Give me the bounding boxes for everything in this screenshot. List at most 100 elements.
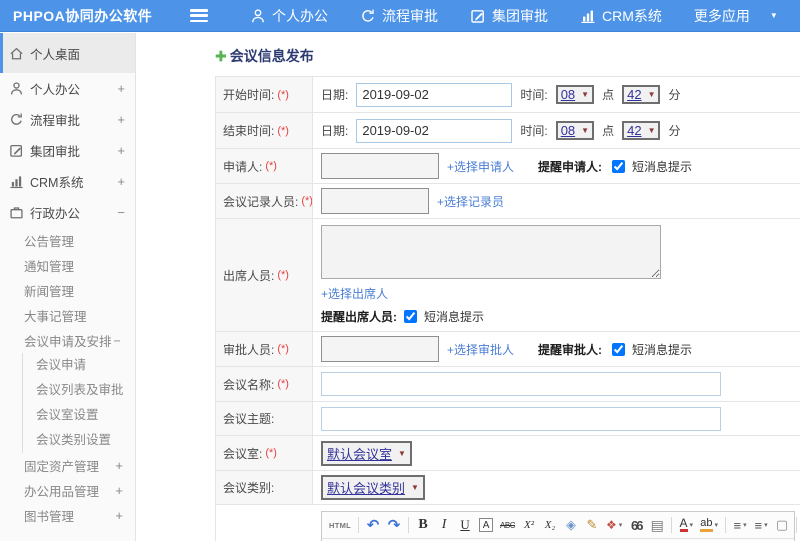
required-mark: (*) bbox=[301, 195, 313, 207]
sidebar-item-meeting-group[interactable]: 会议申请及安排 − bbox=[0, 328, 135, 353]
date-label: 日期: bbox=[321, 124, 349, 138]
end-hour-select[interactable]: 08 ▼ bbox=[555, 121, 595, 140]
font-style-button[interactable]: A bbox=[479, 518, 494, 532]
expand-plus-icon[interactable]: + bbox=[115, 458, 123, 473]
new-document-icon[interactable]: ▢ bbox=[775, 516, 789, 534]
row-meeting-name: 会议名称: (*) bbox=[216, 367, 800, 402]
remind-applicant-label: 提醒申请人: bbox=[538, 159, 603, 174]
sidebar-item-label: 固定资产管理 bbox=[24, 460, 100, 474]
start-hour-select[interactable]: 08 ▼ bbox=[555, 85, 595, 104]
meeting-name-input[interactable] bbox=[321, 372, 721, 396]
toolbar-separator bbox=[671, 517, 673, 533]
sidebar-item-label: 会议室设置 bbox=[36, 408, 99, 423]
expand-plus-icon[interactable]: + bbox=[115, 508, 123, 523]
row-start-time: 开始时间: (*) 日期: 时间: 08 ▼ 点 42 ▼ 分 bbox=[216, 77, 800, 113]
nav-personal-office[interactable]: 个人办公 bbox=[250, 6, 328, 26]
choose-approver-link[interactable]: +选择审批人 bbox=[447, 341, 514, 358]
sms-remind-checkbox[interactable] bbox=[612, 159, 626, 173]
process-icon bbox=[360, 8, 376, 24]
sidebar-item-meeting-room-setting[interactable]: 会议室设置 bbox=[23, 403, 135, 428]
nav-process-approval[interactable]: 流程审批 bbox=[360, 6, 438, 26]
label-text: 会议室: bbox=[223, 446, 263, 461]
sidebar-item-group-approval[interactable]: 集团审批 + bbox=[0, 135, 135, 166]
expand-plus-icon[interactable]: + bbox=[117, 174, 125, 189]
sms-remind-checkbox[interactable] bbox=[404, 310, 417, 323]
blockquote-button[interactable]: 66 bbox=[629, 516, 643, 534]
underline-button[interactable]: U bbox=[458, 516, 472, 534]
expand-plus-icon[interactable]: + bbox=[117, 81, 125, 96]
paste-icon[interactable]: ▤ bbox=[650, 516, 664, 534]
choose-attendees-link[interactable]: +选择出席人 bbox=[321, 285, 388, 302]
menu-icon[interactable] bbox=[190, 9, 208, 22]
italic-button[interactable]: I bbox=[437, 516, 451, 534]
font-color-button[interactable]: A ▾ bbox=[679, 516, 693, 534]
color-palette-icon[interactable]: ❖ ▾ bbox=[606, 516, 622, 534]
sidebar-item-office-supplies[interactable]: 办公用品管理 + bbox=[0, 478, 135, 503]
sidebar-item-meeting-list-approval[interactable]: 会议列表及审批 bbox=[23, 378, 135, 403]
label-text: 会议名称: bbox=[223, 377, 275, 392]
expand-plus-icon[interactable]: + bbox=[115, 483, 123, 498]
attendees-textarea[interactable] bbox=[321, 225, 661, 279]
sidebar-item-meeting-category-setting[interactable]: 会议类别设置 bbox=[23, 428, 135, 453]
palette-glyph: ❖ bbox=[605, 518, 617, 532]
sidebar-item-admin-office[interactable]: 行政办公 − bbox=[0, 197, 135, 228]
sidebar-item-news-mgmt[interactable]: 新闻管理 bbox=[0, 278, 135, 303]
end-minute-select[interactable]: 42 ▼ bbox=[622, 121, 661, 140]
remove-format-icon[interactable]: ◈ bbox=[564, 516, 578, 534]
sidebar-item-events-mgmt[interactable]: 大事记管理 bbox=[0, 303, 135, 328]
expand-plus-icon[interactable]: + bbox=[117, 143, 125, 158]
nav-crm-system[interactable]: CRM系统 bbox=[580, 6, 662, 26]
redo-icon[interactable]: ↷ bbox=[387, 516, 401, 534]
highlight-color-button[interactable]: ab ▾ bbox=[700, 516, 718, 534]
caret-down-icon: ▼ bbox=[769, 11, 778, 20]
strikethrough-button[interactable]: ABC bbox=[500, 516, 515, 534]
person-icon bbox=[250, 8, 266, 24]
sidebar-item-personal-office[interactable]: 个人办公 + bbox=[0, 73, 135, 104]
undo-icon[interactable]: ↶ bbox=[366, 516, 380, 534]
applicant-input[interactable] bbox=[321, 153, 439, 179]
sidebar-item-process-approval[interactable]: 流程审批 + bbox=[0, 104, 135, 135]
sidebar-item-crm[interactable]: CRM系统 + bbox=[0, 166, 135, 197]
sidebar-item-personal-desktop[interactable]: 个人桌面 bbox=[0, 33, 135, 73]
field-label: 开始时间: (*) bbox=[216, 77, 313, 112]
meeting-category-select[interactable]: 默认会议类别 ▼ bbox=[321, 475, 425, 500]
approver-input[interactable] bbox=[321, 336, 439, 362]
hour-value: 08 bbox=[560, 87, 576, 102]
start-minute-select[interactable]: 42 ▼ bbox=[622, 85, 661, 104]
field-label: 会议主题: bbox=[216, 402, 313, 435]
nav-label: 个人办公 bbox=[272, 7, 328, 24]
format-painter-icon[interactable]: ✎ bbox=[585, 516, 599, 534]
meeting-room-select[interactable]: 默认会议室 ▼ bbox=[321, 440, 412, 466]
toolbar-separator bbox=[796, 517, 798, 533]
nav-group-approval[interactable]: 集团审批 bbox=[470, 6, 548, 26]
sidebar-item-book-mgmt[interactable]: 图书管理 + bbox=[0, 503, 135, 528]
sidebar-item-announcement-mgmt[interactable]: 公告管理 bbox=[0, 228, 135, 253]
sidebar-item-fixed-assets[interactable]: 固定资产管理 + bbox=[0, 453, 135, 478]
collapse-minus-icon[interactable]: − bbox=[114, 334, 121, 348]
sidebar-item-meeting-apply[interactable]: 会议申请 bbox=[23, 353, 135, 378]
superscript-button[interactable]: X² bbox=[522, 516, 536, 534]
sms-remind-checkbox[interactable] bbox=[612, 342, 626, 356]
collapse-minus-icon[interactable]: − bbox=[117, 205, 125, 220]
sidebar-item-notice-mgmt[interactable]: 通知管理 bbox=[0, 253, 135, 278]
ordered-list-button[interactable]: ≡ ▾ bbox=[733, 516, 747, 534]
recorder-input[interactable] bbox=[321, 188, 429, 214]
unordered-list-button[interactable]: ≡ ▾ bbox=[754, 516, 768, 534]
subscript-button[interactable]: X₂ bbox=[543, 516, 557, 534]
choose-recorder-link[interactable]: +选择记录员 bbox=[437, 193, 504, 210]
start-date-input[interactable] bbox=[356, 82, 513, 107]
html-source-button[interactable]: HTML bbox=[329, 516, 351, 534]
bold-button[interactable]: B bbox=[416, 516, 430, 534]
row-recorder: 会议记录人员: (*) +选择记录员 bbox=[216, 184, 800, 219]
choose-applicant-link[interactable]: +选择申请人 bbox=[447, 158, 514, 175]
nav-more-apps[interactable]: 更多应用 ▼ bbox=[694, 6, 778, 26]
row-approver: 审批人员: (*) +选择审批人 提醒审批人: 短消息提示 bbox=[216, 332, 800, 367]
sidebar-item-label: 通知管理 bbox=[24, 260, 75, 274]
end-date-input[interactable] bbox=[356, 118, 513, 143]
remind-attendees-label: 提醒出席人员: bbox=[321, 310, 397, 324]
meeting-topic-input[interactable] bbox=[321, 406, 721, 431]
field-value: +选择记录员 bbox=[313, 184, 800, 218]
sidebar-item-label: 办公用品管理 bbox=[24, 485, 100, 499]
expand-plus-icon[interactable]: + bbox=[117, 112, 125, 127]
required-mark: (*) bbox=[277, 88, 289, 101]
